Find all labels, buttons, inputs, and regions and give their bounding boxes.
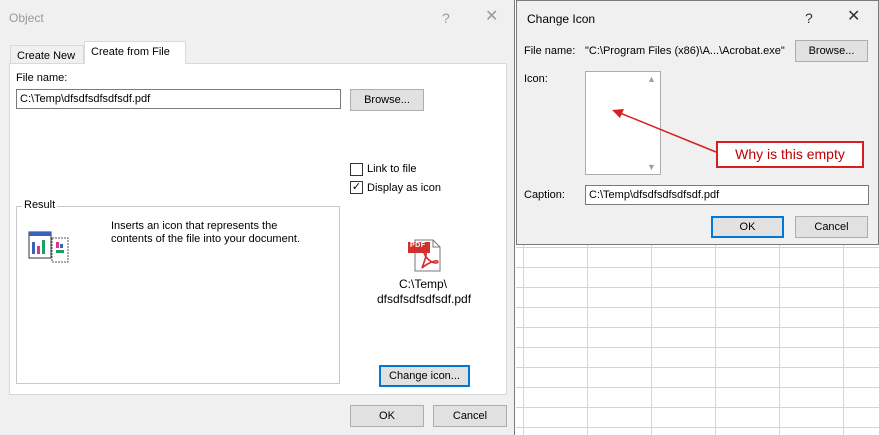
annotation-arrow	[612, 109, 717, 153]
annotation-callout: Why is this empty	[716, 141, 864, 168]
